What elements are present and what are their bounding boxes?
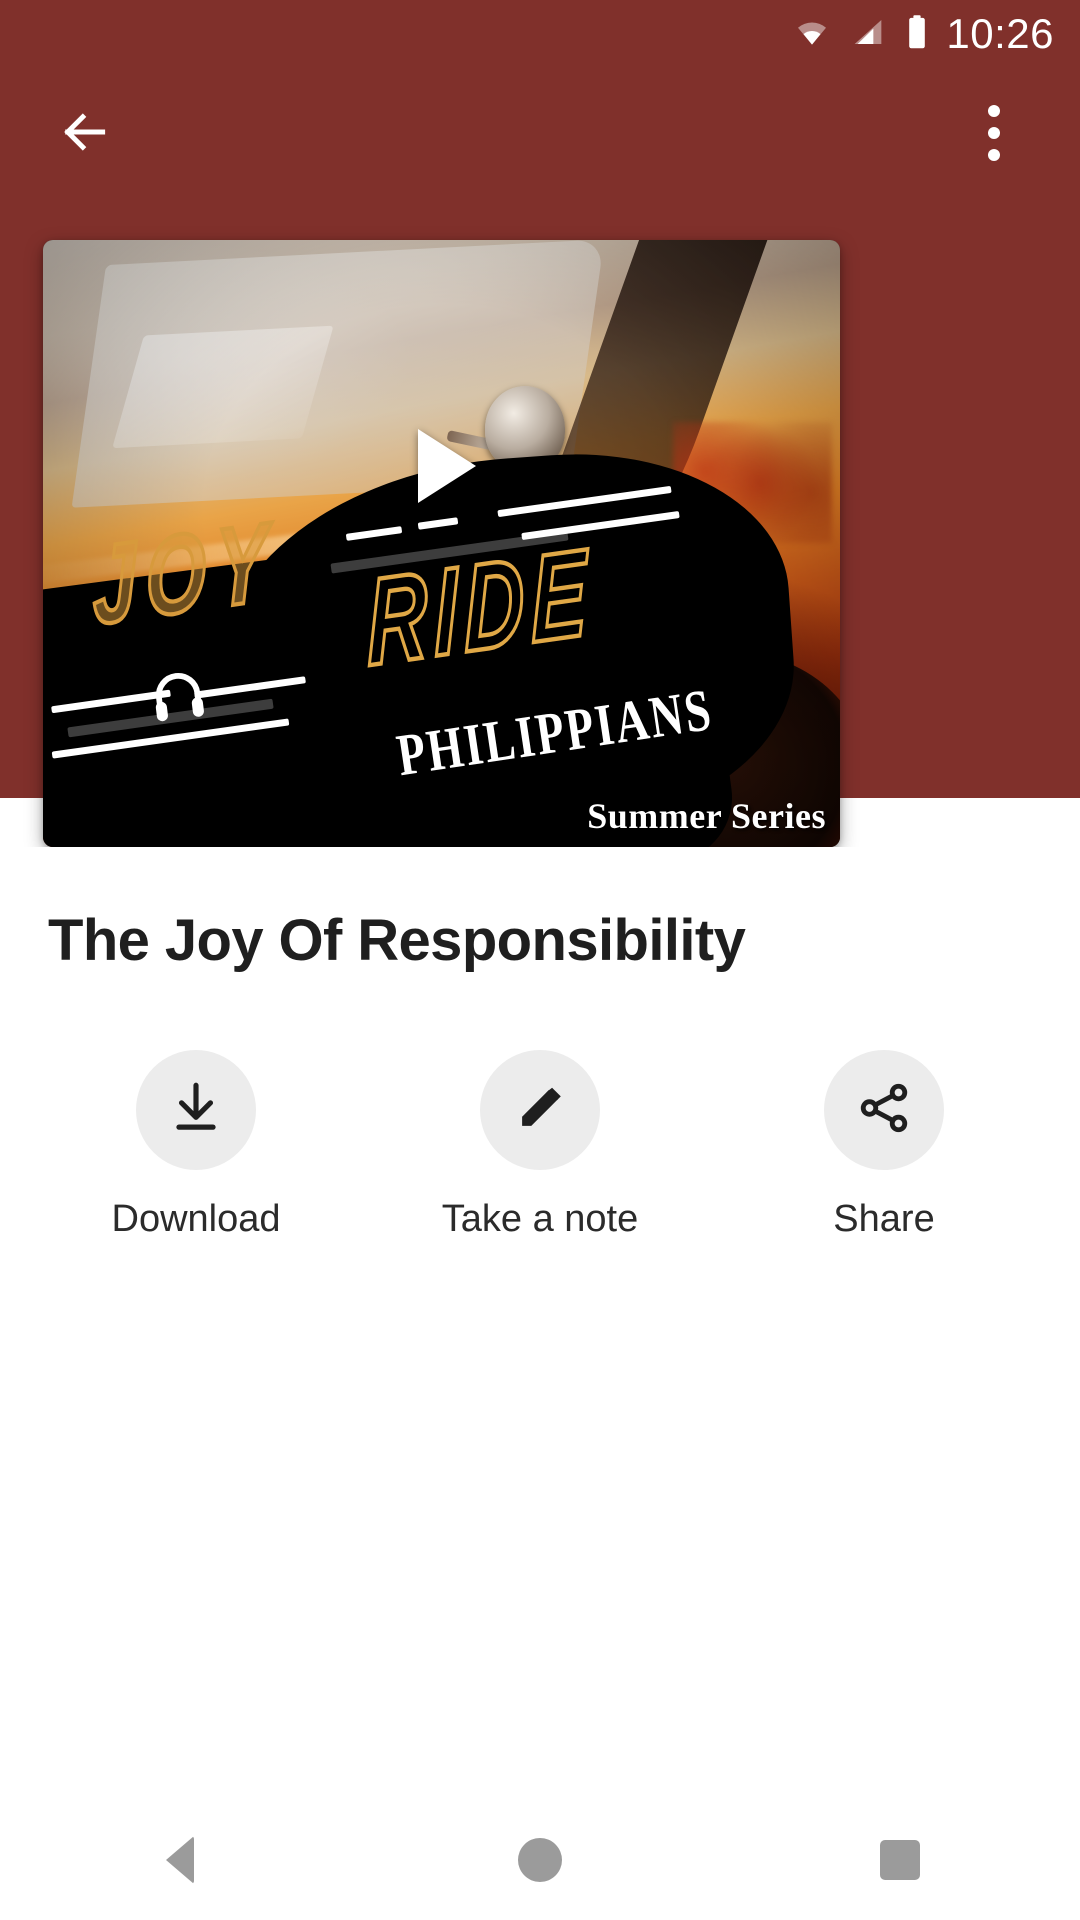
app-bar bbox=[0, 68, 1080, 198]
series-label: Summer Series bbox=[587, 796, 826, 836]
square-recents-icon bbox=[880, 1840, 920, 1880]
share-button[interactable]: Share bbox=[712, 1049, 1056, 1240]
battery-icon bbox=[904, 14, 930, 55]
status-bar-clock: 10:26 bbox=[946, 10, 1054, 57]
download-icon bbox=[165, 1077, 227, 1142]
page-title: The Joy Of Responsibility bbox=[48, 908, 746, 973]
triangle-back-icon bbox=[166, 1836, 194, 1884]
episode-artwork: JOY RIDE PHILIPPIANS Summer Series bbox=[43, 240, 840, 847]
take-a-note-button[interactable]: Take a note bbox=[368, 1049, 712, 1240]
system-navigation-bar bbox=[0, 1800, 1080, 1920]
status-bar: 10:26 bbox=[0, 0, 1080, 68]
back-button[interactable] bbox=[42, 91, 126, 175]
cellular-signal-icon bbox=[848, 16, 888, 53]
status-bar-icons bbox=[792, 14, 930, 55]
nav-recents-button[interactable] bbox=[825, 1800, 975, 1920]
circle-home-icon bbox=[518, 1838, 562, 1882]
share-icon-circle bbox=[824, 1049, 944, 1170]
episode-detail-content: The Joy Of Responsibility Download Take … bbox=[0, 847, 1080, 1238]
action-row: Download Take a note Share bbox=[0, 1049, 1080, 1240]
share-icon bbox=[855, 1079, 913, 1140]
play-button[interactable] bbox=[382, 406, 502, 526]
media-thumbnail-card[interactable]: JOY RIDE PHILIPPIANS Summer Series bbox=[43, 240, 840, 847]
back-arrow-icon bbox=[56, 104, 112, 163]
more-vertical-icon bbox=[988, 105, 1000, 161]
nav-back-button[interactable] bbox=[105, 1800, 255, 1920]
download-icon-circle bbox=[136, 1049, 256, 1170]
nav-home-button[interactable] bbox=[465, 1800, 615, 1920]
download-label: Download bbox=[111, 1197, 281, 1240]
share-label: Share bbox=[833, 1197, 935, 1240]
play-icon bbox=[417, 429, 476, 504]
headphones-icon bbox=[143, 661, 212, 726]
take-a-note-label: Take a note bbox=[441, 1197, 639, 1240]
pencil-icon bbox=[511, 1079, 569, 1140]
download-button[interactable]: Download bbox=[24, 1049, 368, 1240]
wifi-icon bbox=[792, 16, 832, 53]
overflow-menu-button[interactable] bbox=[952, 91, 1036, 175]
pencil-icon-circle bbox=[480, 1049, 600, 1170]
